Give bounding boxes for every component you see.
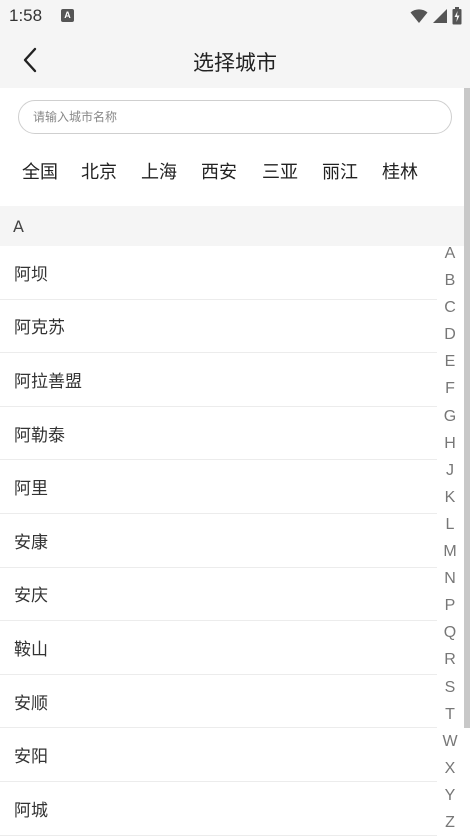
- index-letter[interactable]: N: [438, 565, 462, 592]
- index-letter[interactable]: Q: [438, 619, 462, 646]
- index-letter[interactable]: G: [438, 403, 462, 430]
- hot-city-item[interactable]: 丽江: [322, 158, 358, 184]
- city-list-item[interactable]: 鞍山: [0, 621, 437, 675]
- city-list-item[interactable]: 安庆: [0, 568, 437, 622]
- index-letter[interactable]: Z: [438, 809, 462, 836]
- city-list-item[interactable]: 安顺: [0, 675, 437, 729]
- index-letter[interactable]: J: [438, 457, 462, 484]
- hot-city-item[interactable]: 北京: [81, 158, 117, 184]
- city-list-item[interactable]: 阿克苏: [0, 300, 437, 354]
- index-letter[interactable]: D: [438, 321, 462, 348]
- section-header: A: [0, 206, 464, 246]
- index-letter[interactable]: A: [438, 240, 462, 267]
- index-letter[interactable]: B: [438, 267, 462, 294]
- page-title: 选择城市: [193, 51, 277, 75]
- hot-city-item[interactable]: 桂林: [382, 158, 418, 184]
- wifi-icon: [410, 9, 428, 23]
- index-letter[interactable]: P: [438, 592, 462, 619]
- index-letter[interactable]: H: [438, 430, 462, 457]
- index-letter[interactable]: S: [438, 674, 462, 701]
- index-letter[interactable]: L: [438, 511, 462, 538]
- city-list-item[interactable]: 阿城: [0, 782, 437, 836]
- city-list-item[interactable]: 安康: [0, 514, 437, 568]
- search-section: 全国 北京 上海 西安 三亚 丽江 桂林: [0, 88, 464, 206]
- status-icons: [410, 7, 462, 25]
- hot-city-item[interactable]: 西安: [201, 158, 237, 184]
- battery-icon: [452, 7, 462, 25]
- scrollbar[interactable]: [464, 88, 470, 728]
- index-letter[interactable]: C: [438, 294, 462, 321]
- alphabet-index-bar[interactable]: A B C D E F G H J K L M N P Q R S T W X …: [438, 240, 462, 837]
- hot-city-item[interactable]: 上海: [141, 158, 177, 184]
- index-letter[interactable]: Y: [438, 782, 462, 809]
- hot-cities-row: 全国 北京 上海 西安 三亚 丽江 桂林: [0, 158, 464, 188]
- index-letter[interactable]: M: [438, 538, 462, 565]
- city-list: 阿坝 阿克苏 阿拉善盟 阿勒泰 阿里 安康 安庆 鞍山 安顺 安阳 阿城: [0, 246, 437, 836]
- app-notification-icon: A: [61, 9, 74, 22]
- index-letter[interactable]: F: [438, 375, 462, 402]
- hot-city-item[interactable]: 三亚: [262, 158, 298, 184]
- index-letter[interactable]: K: [438, 484, 462, 511]
- city-list-item[interactable]: 阿坝: [0, 246, 437, 300]
- status-bar: 1:58 A: [0, 0, 470, 32]
- hot-city-item[interactable]: 全国: [22, 158, 58, 184]
- signal-icon: [433, 9, 447, 23]
- index-letter[interactable]: T: [438, 701, 462, 728]
- city-list-item[interactable]: 阿拉善盟: [0, 353, 437, 407]
- section-letter: A: [13, 217, 24, 236]
- index-letter[interactable]: E: [438, 348, 462, 375]
- city-list-item[interactable]: 阿勒泰: [0, 407, 437, 461]
- city-search-input[interactable]: [18, 100, 452, 134]
- city-list-item[interactable]: 安阳: [0, 728, 437, 782]
- city-list-item[interactable]: 阿里: [0, 460, 437, 514]
- index-letter[interactable]: X: [438, 755, 462, 782]
- status-time: 1:58: [9, 6, 43, 25]
- index-letter[interactable]: R: [438, 646, 462, 673]
- navigation-bar: 选择城市: [0, 32, 470, 88]
- index-letter[interactable]: W: [438, 728, 462, 755]
